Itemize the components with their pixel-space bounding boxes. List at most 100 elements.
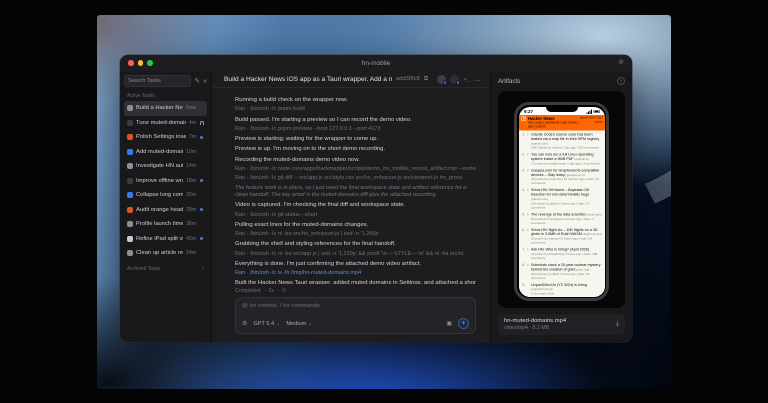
presence-badge	[456, 80, 461, 85]
assistant-message: Video is captured. I'm checking the fina…	[235, 202, 476, 209]
phone-notch	[546, 105, 578, 112]
battery-icon	[593, 109, 600, 112]
hn-story-title[interactable]: You can now run a full Linux operating s…	[531, 152, 603, 161]
hn-story-title[interactable]: Show HN: flight-viz – 10K flights on a 3…	[531, 227, 603, 236]
gear-icon[interactable]: ⚙	[242, 320, 247, 327]
search-input[interactable]: Search Tasks	[124, 75, 191, 87]
artifact-preview-stage[interactable]: 9:27 Y	[498, 91, 625, 308]
upvote-icon[interactable]: ▲	[526, 132, 529, 150]
upvote-icon[interactable]: ▲	[526, 168, 529, 185]
task-list-item[interactable]: Clean up article reade...54m	[124, 246, 207, 261]
unread-dot	[199, 136, 204, 139]
conversation-header: Build a Hacker News iOS app as a Tauri w…	[212, 71, 490, 88]
desktop: hn-mobile ⊗ Search Tasks ✎ « Active Task…	[0, 0, 768, 403]
hn-story-title[interactable]: Ask HN: Who is hiring? (April 2026)	[531, 247, 603, 251]
bell-icon	[199, 121, 204, 125]
task-list-item[interactable]: Tune muted-domain t...4m	[124, 116, 207, 131]
task-status-icon	[127, 192, 133, 198]
run-status-row: Completed · 2s · ⟳	[235, 288, 490, 294]
hn-story-row[interactable]: 1.▲Claude Code's source code has been le…	[520, 132, 602, 150]
hn-story-title[interactable]: Claude Code's source code has been leake…	[531, 132, 603, 145]
task-list-item[interactable]: Profile launch time on ...36m	[124, 217, 207, 232]
task-list-item[interactable]: Add muted-domain su...10m	[124, 145, 207, 160]
hn-story-row[interactable]: 2.▲You can now run a full Linux operatin…	[520, 152, 602, 165]
composer-input[interactable]: @ for context, / for commands	[242, 303, 469, 309]
task-status-icon	[127, 105, 133, 111]
commit-hash[interactable]: add30fc8	[396, 76, 420, 82]
phone-clock: 9:27	[524, 109, 533, 114]
task-label: Audit orange header c...	[136, 207, 183, 213]
upvote-icon[interactable]: ▲	[526, 247, 529, 260]
assistant-message: Built the Hacker News Tauri wrapper, add…	[235, 280, 476, 284]
more-options-icon[interactable]: …	[474, 76, 482, 83]
task-list-item[interactable]: Investigate HN auth i...14m	[124, 159, 207, 174]
model-selector[interactable]: GPT 5.4 ⌄	[253, 321, 280, 327]
task-time: 42m	[186, 236, 196, 242]
download-icon[interactable]: ⤓	[616, 320, 619, 328]
task-time: 18m	[186, 178, 196, 184]
effort-selector[interactable]: Medium ⌄	[286, 321, 312, 327]
command-run-line: Ran · /bin/zsh -lc nl -ba src/hn_enhance…	[235, 231, 476, 238]
hn-logout-link[interactable]: logout	[579, 120, 602, 124]
upvote-icon[interactable]: ▲	[526, 212, 529, 225]
task-status-icon	[127, 178, 133, 184]
hn-story-row[interactable]: 7.▲Ask HN: Who is hiring? (April 2026)29…	[520, 247, 602, 260]
hn-story-row[interactable]: 3.▲Gauppa.com for GraphoneOS-compatible …	[520, 168, 602, 185]
task-list-item[interactable]: Improve offline wrapp...18m	[124, 174, 207, 189]
hn-story-title[interactable]: Gauppa.com for GraphoneOS-compatible dev…	[531, 168, 603, 177]
reasoning-note: The feature work is in place, so I just …	[235, 185, 476, 199]
artifact-nav-button[interactable]: ›	[617, 77, 625, 85]
hn-story-row[interactable]: 6.▲Show HN: flight-viz – 10K flights on …	[520, 227, 602, 244]
avatar[interactable]	[450, 75, 459, 84]
command-run-line: Ran · /bin/zsh -lc git status --short	[235, 212, 476, 219]
upvote-icon[interactable]: ▲	[526, 263, 529, 280]
chevron-right-icon: ›	[202, 266, 204, 272]
hn-nav[interactable]: jobs | submit	[528, 125, 578, 129]
task-list-item[interactable]: Collapse long comme...22m	[124, 188, 207, 203]
send-button[interactable]: +	[458, 318, 469, 329]
status-label: Completed	[235, 288, 261, 294]
presence-badge	[443, 80, 448, 85]
task-status-icon	[127, 134, 133, 140]
task-list-item[interactable]: Polish Settings inserti...7m	[124, 130, 207, 145]
hn-story-title[interactable]: The revenge of the data scientist (hamel…	[531, 212, 603, 216]
assistant-message: Everything is done. I'm just confirming …	[235, 261, 476, 268]
unread-dot	[199, 179, 204, 182]
artifacts-title: Artifacts	[498, 78, 520, 85]
task-list-item[interactable]: Audit orange header c...29m	[124, 203, 207, 218]
hn-story-title[interactable]: Scientists crack a 20-year nuclear myste…	[531, 263, 603, 272]
archived-tasks-toggle[interactable]: Archived Tasks ›	[124, 266, 207, 272]
new-task-icon[interactable]: ✎	[194, 78, 200, 85]
hn-story-row[interactable]: 5.▲The revenge of the data scientist (ha…	[520, 212, 602, 225]
hn-story-row[interactable]: 4.▲Show HN: Git bisect – Bayesian Git bi…	[520, 188, 602, 210]
collapse-sidebar-icon[interactable]: «	[203, 78, 207, 85]
hn-story-row[interactable]: 9.UnpacDMnd AI (YC W24) is hiring (unpac…	[520, 282, 602, 295]
hn-story-title[interactable]: UnpacDMnd AI (YC W24) is hiring (unpacdm…	[531, 282, 603, 291]
upvote-icon[interactable]: ▲	[526, 188, 529, 210]
hn-title[interactable]: Hacker News	[528, 116, 578, 121]
hn-story-title[interactable]: Show HN: Git bisect – Bayesian Git bisec…	[531, 188, 603, 201]
terminal-icon[interactable]: >_	[463, 76, 470, 83]
hn-story-meta: 1 hour ago | hide	[531, 292, 603, 296]
upvote-icon[interactable]: ▲	[526, 152, 529, 165]
hn-nav[interactable]: new | past | comments | ask | show |	[528, 121, 578, 125]
window-close-icon[interactable]: ⊗	[618, 59, 624, 66]
task-time: Now	[186, 105, 196, 111]
task-list-item[interactable]: Refine iPad split view l...42m	[124, 232, 207, 247]
hn-story-domain: (evilpdf.io)	[573, 157, 588, 161]
chat-transcript[interactable]: Running a build check on the wrapper now…	[212, 88, 490, 284]
refresh-icon[interactable]: ⟳	[282, 288, 287, 294]
phone-mockup: 9:27 Y	[514, 102, 609, 301]
avatar[interactable]	[437, 75, 446, 84]
task-time: 29m	[186, 207, 196, 213]
upvote-icon[interactable]: ▲	[526, 227, 529, 244]
copy-icon[interactable]: ⧉	[424, 76, 428, 83]
task-list-item[interactable]: Build a Hacker News i...Now	[124, 101, 207, 116]
hn-story-list: 1.▲Claude Code's source code has been le…	[519, 130, 605, 296]
attach-image-icon[interactable]: ▣	[446, 320, 452, 327]
hn-username[interactable]: hacker-0x17 (3) |	[579, 116, 602, 120]
hn-logo[interactable]: Y	[521, 116, 526, 121]
hn-story-row[interactable]: 8.▲Scientists crack a 20-year nuclear my…	[520, 263, 602, 280]
assistant-message: Running a build check on the wrapper now…	[235, 97, 476, 104]
artifact-file-card[interactable]: hn-muted-domains.mp4 video/mp4 · 8.2 MB …	[498, 314, 625, 336]
